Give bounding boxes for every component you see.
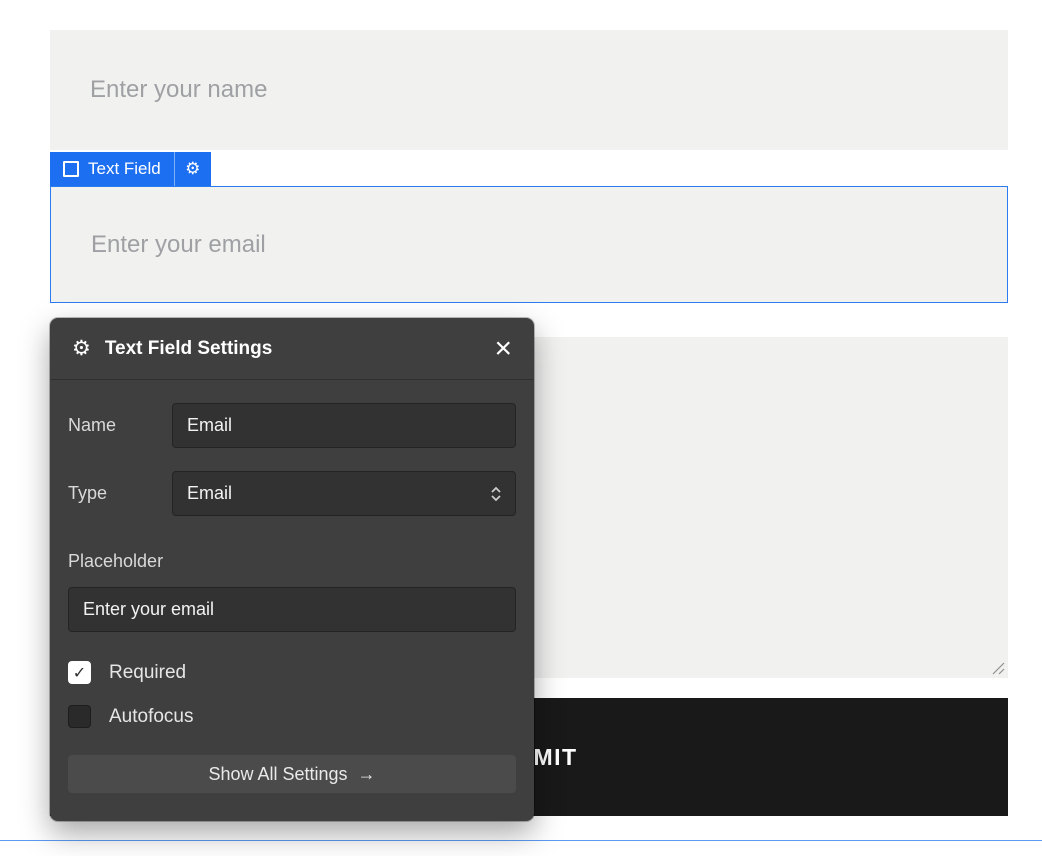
type-setting-row: Type Email xyxy=(68,471,516,516)
settings-panel-title: Text Field Settings xyxy=(105,338,273,360)
autofocus-checkbox-label: Autofocus xyxy=(109,706,194,728)
text-field-element-icon xyxy=(63,161,79,177)
show-all-settings-button[interactable]: Show All Settings → xyxy=(68,755,516,793)
section-boundary-line xyxy=(0,840,1042,841)
selected-element-label: Text Field xyxy=(88,159,161,179)
name-setting-row: Name xyxy=(68,403,516,448)
placeholder-setting-label: Placeholder xyxy=(68,551,516,572)
form-email-input[interactable] xyxy=(50,186,1008,303)
check-icon: ✓ xyxy=(73,663,86,683)
show-all-settings-label: Show All Settings xyxy=(208,764,347,785)
close-icon[interactable]: × xyxy=(492,334,514,364)
settings-panel-body: Name Type Email Placeholder xyxy=(50,380,534,811)
placeholder-setting-input[interactable] xyxy=(68,587,516,632)
arrow-right-icon: → xyxy=(358,764,376,785)
form-name-input[interactable] xyxy=(50,30,1008,150)
settings-panel-header[interactable]: ⚙ Text Field Settings × xyxy=(50,318,534,380)
type-selected-value: Email xyxy=(187,483,232,504)
text-field-settings-panel: ⚙ Text Field Settings × Name Type Email xyxy=(50,318,534,821)
gear-icon: ⚙ xyxy=(185,159,200,179)
required-setting-row: ✓ Required xyxy=(68,661,516,684)
gear-icon: ⚙ xyxy=(72,338,91,359)
autofocus-checkbox[interactable] xyxy=(68,705,91,728)
type-setting-select[interactable]: Email xyxy=(172,471,516,516)
selected-element-badge-main[interactable]: Text Field xyxy=(50,152,174,186)
required-checkbox-label: Required xyxy=(109,662,186,684)
chevron-up-down-icon xyxy=(489,484,503,504)
name-setting-input[interactable] xyxy=(172,403,516,448)
selected-element-badge[interactable]: Text Field ⚙ xyxy=(50,152,211,186)
type-setting-label: Type xyxy=(68,483,172,504)
badge-settings-button[interactable]: ⚙ xyxy=(174,152,211,186)
designer-canvas: Text Field ⚙ SUBMIT ⚙ Text Field Setting… xyxy=(0,0,1042,856)
name-setting-label: Name xyxy=(68,415,172,436)
textarea-resize-handle[interactable] xyxy=(991,661,1005,675)
autofocus-setting-row: Autofocus xyxy=(68,705,516,728)
resize-grip-icon xyxy=(991,661,1005,675)
required-checkbox[interactable]: ✓ xyxy=(68,661,91,684)
